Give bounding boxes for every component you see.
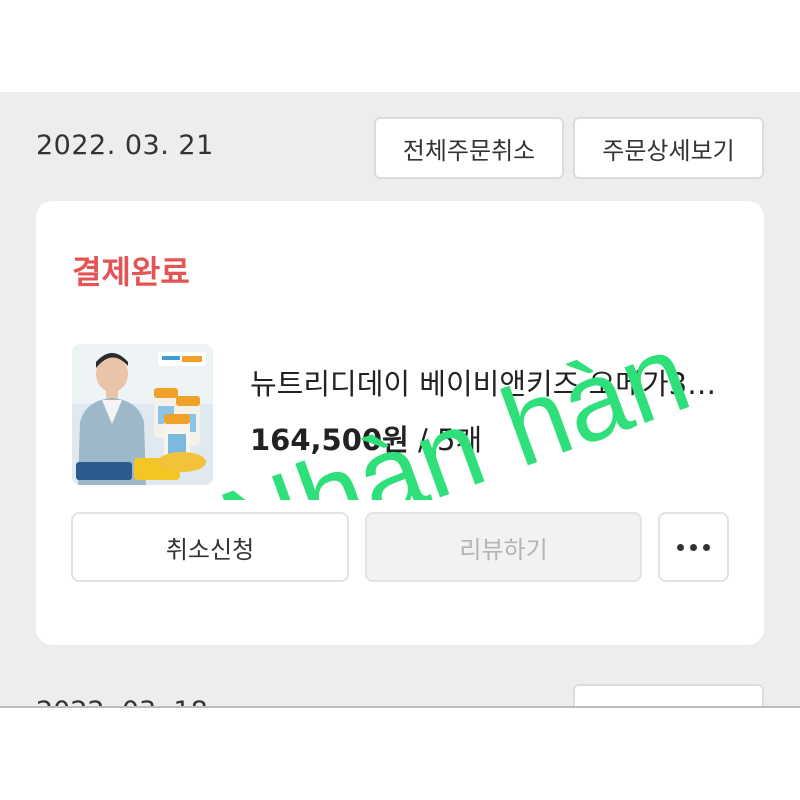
order-card: 결제완료 뉴트리디데이 베이비앤키즈 오메가3 젤리 164,500원 / 5개…	[36, 201, 764, 645]
more-dots-icon	[677, 543, 710, 551]
order-date: 2022. 03. 21	[36, 130, 214, 161]
write-review-button: 리뷰하기	[365, 512, 642, 582]
order-list-area: 2022. 03. 21 전체주문취소 주문상세보기 결제완료 뉴트리디데이 베…	[0, 92, 800, 706]
order-status: 결제완료	[72, 253, 190, 291]
product-price: 164,500원	[250, 423, 409, 457]
cancel-request-button[interactable]: 취소신청	[71, 512, 349, 582]
cancel-all-orders-button[interactable]: 전체주문취소	[374, 117, 564, 179]
product-quantity: / 5개	[408, 423, 483, 457]
order-detail-button[interactable]: 주문상세보기	[573, 117, 764, 179]
product-photo	[72, 344, 213, 485]
product-thumbnail[interactable]	[72, 344, 213, 485]
more-options-button[interactable]	[658, 512, 729, 582]
next-order-date: 2022. 03. 18	[36, 696, 208, 706]
next-order-detail-button[interactable]: 주문상세보기	[573, 684, 764, 706]
order-list-page: 2022. 03. 21 전체주문취소 주문상세보기 결제완료 뉴트리디데이 베…	[0, 0, 800, 800]
divider	[0, 706, 800, 708]
product-name[interactable]: 뉴트리디데이 베이비앤키즈 오메가3 젤리	[250, 361, 720, 403]
price-line: 164,500원 / 5개	[250, 417, 482, 459]
